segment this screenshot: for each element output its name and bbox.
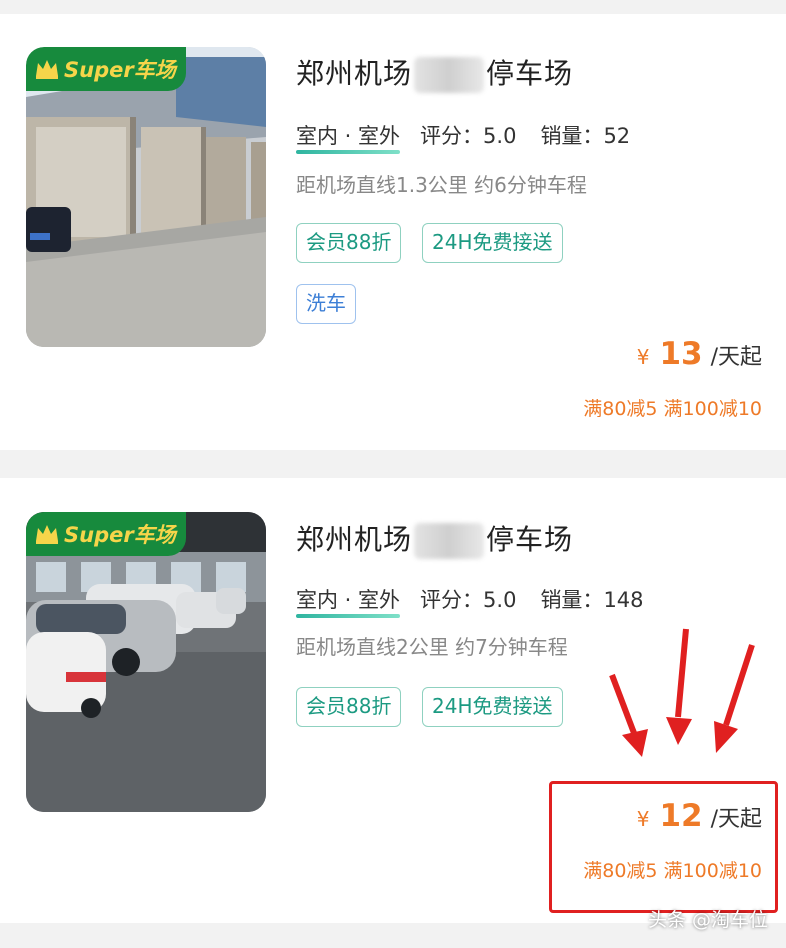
distance-text: 距机场直线1.3公里 约6分钟车程 xyxy=(296,173,587,197)
rating-value: 5.0 xyxy=(483,588,517,612)
environment-label: 室内 · 室外 xyxy=(296,588,401,618)
promo-text: 满80减5 满100减10 xyxy=(583,398,762,420)
badge-text: Super车场 xyxy=(64,523,176,547)
price-unit: /天起 xyxy=(710,345,762,370)
indoor-parking-illustration xyxy=(26,512,266,812)
price-highlight-box xyxy=(549,781,778,913)
sales-label: 销量： xyxy=(540,124,604,148)
title-text-end: 停车场 xyxy=(486,523,574,556)
tag-car-wash: 洗车 xyxy=(296,284,356,324)
super-lot-badge: Super车场 xyxy=(26,512,186,556)
title-text-start: 郑州机场 xyxy=(296,523,413,556)
watermark-text: 头条 @淘车位 xyxy=(647,909,768,931)
redacted-text xyxy=(414,523,485,559)
rating-label: 评分： xyxy=(420,124,484,148)
super-lot-badge: Super车场 xyxy=(26,47,186,91)
arrow-down-icon xyxy=(609,673,637,735)
tag-member-discount: 会员88折 xyxy=(296,687,402,727)
crown-icon xyxy=(36,525,58,544)
parking-listing-card[interactable]: Super车场 郑州机场 停车场 室内 · 室外 评分：5.0 销量：52 距机场直线… xyxy=(0,14,786,450)
title-text-end: 停车场 xyxy=(486,57,574,90)
sales-value: 52 xyxy=(603,124,631,148)
sales-value: 148 xyxy=(603,588,644,612)
listing-title[interactable]: 郑州机场 停车场 xyxy=(296,518,573,559)
annotation-arrows xyxy=(609,628,755,757)
garage-photo-illustration xyxy=(26,47,266,347)
tag-free-shuttle: 24H免费接送 xyxy=(422,687,563,727)
listing-meta: 室内 · 室外 评分：5.0 销量：148 xyxy=(296,584,644,618)
parking-lot-photo[interactable]: Super车场 xyxy=(26,512,266,812)
environment-label: 室内 · 室外 xyxy=(296,124,401,154)
currency-symbol: ¥ xyxy=(636,345,650,369)
tag-free-shuttle: 24H免费接送 xyxy=(422,223,563,263)
price-amount: 13 xyxy=(659,336,703,372)
redacted-text xyxy=(414,57,485,93)
arrow-down-icon xyxy=(723,644,755,726)
badge-text: Super车场 xyxy=(64,58,176,82)
tag-member-discount: 会员88折 xyxy=(296,223,402,263)
arrow-down-icon xyxy=(675,628,689,718)
listing-title[interactable]: 郑州机场 停车场 xyxy=(296,52,573,93)
rating-value: 5.0 xyxy=(483,124,517,148)
sales-label: 销量： xyxy=(540,588,604,612)
listing-meta: 室内 · 室外 评分：5.0 销量：52 xyxy=(296,120,631,154)
crown-icon xyxy=(36,60,58,79)
title-text-start: 郑州机场 xyxy=(296,57,413,90)
distance-text: 距机场直线2公里 约7分钟车程 xyxy=(296,635,568,659)
parking-lot-photo[interactable]: Super车场 xyxy=(26,47,266,347)
rating-label: 评分： xyxy=(420,588,484,612)
price-display: ¥13/天起 xyxy=(637,336,762,372)
